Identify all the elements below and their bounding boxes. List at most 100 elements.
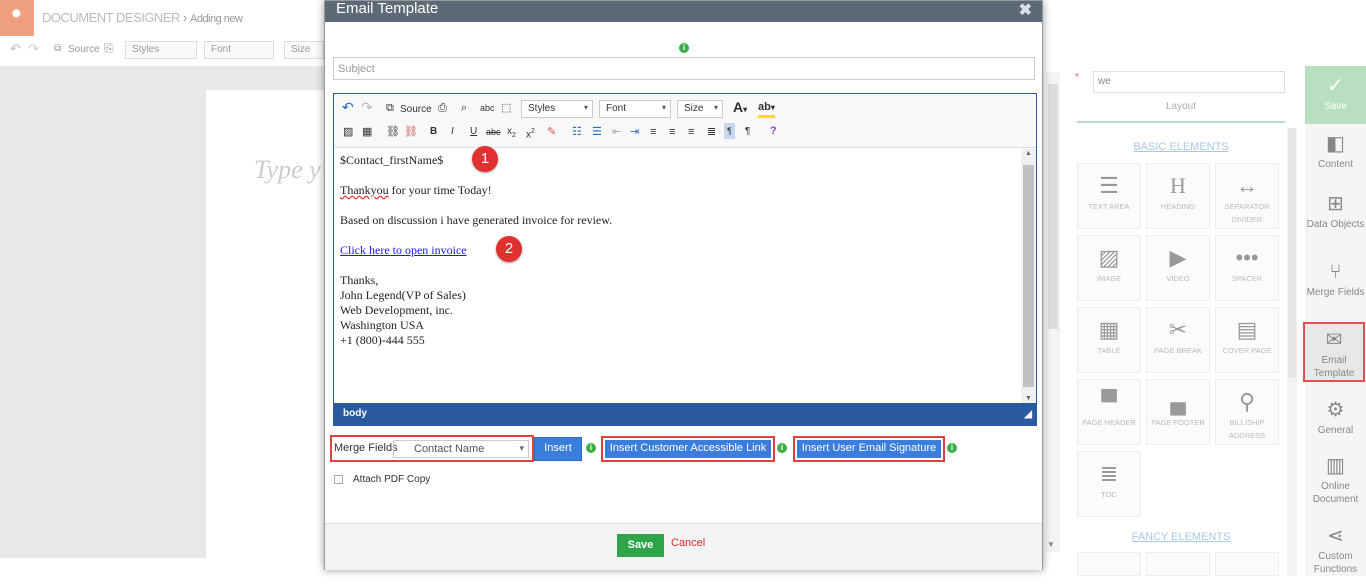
bold-icon[interactable]: B xyxy=(430,125,437,139)
styles-select[interactable]: Styles xyxy=(521,100,593,118)
element-page-footer[interactable]: ▄ PAGE FOOTER xyxy=(1146,379,1210,445)
element-heading[interactable]: H HEADING xyxy=(1146,163,1210,229)
fancy-elements-heading[interactable]: FANCY ELEMENTS xyxy=(1077,531,1285,543)
superscript-icon[interactable]: x2 xyxy=(526,125,535,142)
page-scrollbar[interactable] xyxy=(1046,72,1060,552)
redo-icon[interactable]: ↷ xyxy=(361,100,373,114)
align-right-icon[interactable]: ≡ xyxy=(688,125,694,139)
source-button[interactable]: Source xyxy=(400,103,432,117)
size-select[interactable]: Size xyxy=(677,100,723,118)
scroll-down-icon[interactable]: ▼ xyxy=(1025,395,1032,402)
indent-icon[interactable]: ⇥ xyxy=(630,125,639,139)
element-page-header[interactable]: ▀ PAGE HEADER xyxy=(1077,379,1141,445)
copy-icon[interactable]: ⎘ xyxy=(104,41,114,56)
element-toc[interactable]: ≣ TOC xyxy=(1077,451,1141,517)
insert-customer-link-button[interactable]: Insert Customer Accessible Link xyxy=(605,440,771,458)
unlink-icon[interactable]: ⛓ xyxy=(404,125,418,139)
link-icon[interactable]: ⛓ xyxy=(386,125,400,139)
merge-fields-select[interactable]: Contact Name xyxy=(393,440,529,458)
close-icon[interactable]: ✖ xyxy=(1019,3,1032,19)
numbered-list-icon[interactable]: ☷ xyxy=(572,125,582,139)
select-all-icon[interactable]: ⬚ xyxy=(501,101,511,115)
search-input[interactable]: we xyxy=(1093,71,1285,93)
sidebar-item-email-template[interactable]: ✉ Email Template xyxy=(1303,322,1365,382)
sidebar-item-data-objects[interactable]: ⊞ Data Objects xyxy=(1305,184,1366,256)
canvas-hint: Type y xyxy=(254,155,321,184)
clear-format-icon[interactable]: ✎ xyxy=(547,125,556,139)
list-icon: ≣ xyxy=(1099,461,1119,486)
align-left-icon[interactable]: ≡ xyxy=(650,125,656,139)
element-separator[interactable]: ↔ SEPARATOR DIVIDER xyxy=(1215,163,1279,229)
fancy-element[interactable] xyxy=(1215,552,1279,576)
editor-body[interactable]: $Contact_firstName$ Thankyou for your ti… xyxy=(334,149,1020,403)
spellcheck-icon[interactable]: abc xyxy=(480,101,495,115)
info-icon[interactable]: i xyxy=(947,443,957,453)
insert-button[interactable]: Insert xyxy=(534,437,582,461)
resize-handle-icon[interactable]: ◢ xyxy=(1024,409,1032,420)
sidebar-item-custom-functions[interactable]: ⋖ Custom Functions xyxy=(1305,516,1366,588)
invoice-link[interactable]: Click here to open invoice xyxy=(340,243,1014,258)
source-icon[interactable]: ⧉ xyxy=(386,101,394,115)
font-select[interactable]: Font xyxy=(599,100,671,118)
source-icon[interactable]: ⧉ xyxy=(54,43,61,54)
signature-line: Washington USA xyxy=(340,318,425,332)
subject-input[interactable]: Subject xyxy=(333,57,1035,80)
merge-fields-group: Merge Fields Contact Name xyxy=(330,435,534,462)
source-button[interactable]: Source xyxy=(68,44,100,55)
elements-scrollbar[interactable] xyxy=(1287,128,1297,576)
element-table[interactable]: ▦ TABLE xyxy=(1077,307,1141,373)
save-button[interactable]: Save xyxy=(617,534,664,557)
sidebar-item-merge-fields[interactable]: ⑂ Merge Fields xyxy=(1305,252,1366,324)
font-select[interactable]: Font xyxy=(204,41,274,59)
sidebar-item-label: Merge Fields xyxy=(1306,287,1365,298)
outdent-icon[interactable]: ⇤ xyxy=(612,125,621,139)
element-text-area[interactable]: ☰ TEXT AREA xyxy=(1077,163,1141,229)
redo-icon[interactable]: ↷ xyxy=(28,41,39,57)
basic-elements-heading[interactable]: BASIC ELEMENTS xyxy=(1077,141,1285,153)
italic-icon[interactable]: I xyxy=(451,125,454,139)
fancy-element[interactable] xyxy=(1146,552,1210,576)
info-icon[interactable]: i xyxy=(586,443,596,453)
cancel-button[interactable]: Cancel xyxy=(671,537,705,549)
scroll-up-icon[interactable]: ▲ xyxy=(1025,150,1032,157)
scroll-down-icon[interactable]: ▼ xyxy=(1047,540,1055,549)
text-color-icon[interactable]: A▾ xyxy=(733,100,747,117)
fancy-element[interactable] xyxy=(1077,552,1141,576)
tab-layout[interactable]: Layout xyxy=(1077,101,1285,123)
element-label: PAGE HEADER xyxy=(1082,418,1136,427)
insert-link-group: Insert Customer Accessible Link xyxy=(601,436,775,462)
styles-select[interactable]: Styles xyxy=(125,41,197,59)
strikethrough-icon[interactable]: abc xyxy=(486,125,501,139)
justify-icon[interactable]: ≣ xyxy=(707,125,716,139)
element-cover-page[interactable]: ▤ COVER PAGE xyxy=(1215,307,1279,373)
sidebar-item-online-document[interactable]: ▥ Online Document xyxy=(1305,446,1366,518)
bulleted-list-icon[interactable]: ☰ xyxy=(592,125,602,139)
help-icon[interactable]: ? xyxy=(770,124,777,138)
underline-icon[interactable]: U xyxy=(470,125,477,139)
align-center-icon[interactable]: ≡ xyxy=(669,125,675,139)
info-icon[interactable]: i xyxy=(679,43,689,53)
element-bill-ship[interactable]: ⚲ BILL/SHIP ADDRESS xyxy=(1215,379,1279,445)
undo-icon[interactable]: ↶ xyxy=(10,41,21,57)
element-path[interactable]: body xyxy=(343,408,367,419)
info-icon[interactable]: i xyxy=(777,443,787,453)
image-icon[interactable]: ▨ xyxy=(343,125,353,139)
sidebar-item-save[interactable]: ✓ Save xyxy=(1305,66,1366,124)
size-select[interactable]: Size xyxy=(284,41,324,59)
preview-icon[interactable]: ⎙ xyxy=(438,101,447,115)
attach-pdf-checkbox[interactable] xyxy=(334,475,343,484)
element-image[interactable]: ▨ IMAGE xyxy=(1077,235,1141,301)
element-page-break[interactable]: ✂ PAGE BREAK xyxy=(1146,307,1210,373)
undo-icon[interactable]: ↶ xyxy=(342,100,354,114)
ltr-icon[interactable]: ¶ xyxy=(724,123,735,139)
subscript-icon[interactable]: x2 xyxy=(507,125,516,143)
table-icon[interactable]: ▦ xyxy=(362,125,372,139)
wrench-icon[interactable] xyxy=(0,0,34,36)
editor-scrollbar[interactable]: ▲ ▼ xyxy=(1021,149,1036,403)
highlight-color-icon[interactable]: ab▾ xyxy=(758,100,775,118)
insert-signature-button[interactable]: Insert User Email Signature xyxy=(797,440,941,458)
element-spacer[interactable]: ••• SPACER xyxy=(1215,235,1279,301)
rtl-icon[interactable]: ¶ xyxy=(745,125,750,139)
find-icon[interactable]: ⌕ xyxy=(461,101,467,115)
element-video[interactable]: ▶ VIDEO xyxy=(1146,235,1210,301)
